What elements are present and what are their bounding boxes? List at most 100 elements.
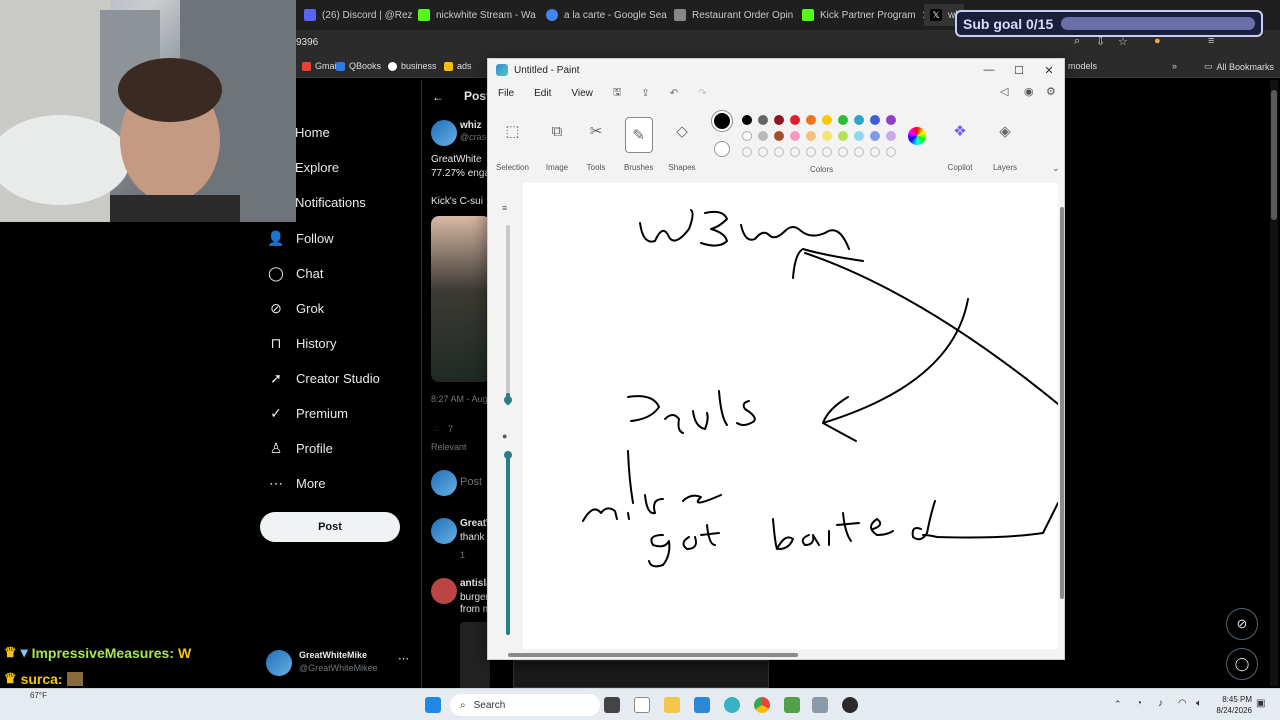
messages-fab-icon[interactable]: ◯: [1226, 648, 1258, 680]
bookmark-business[interactable]: business: [388, 61, 437, 71]
back-icon[interactable]: ←: [432, 90, 444, 104]
canvas-vertical-scrollbar[interactable]: [1060, 207, 1064, 599]
custom-color-slot[interactable]: [774, 147, 784, 157]
color-swatch[interactable]: [870, 131, 880, 141]
chevron-right-icon[interactable]: »: [1172, 61, 1177, 71]
post-button[interactable]: Post: [260, 512, 400, 542]
bookmark-ads[interactable]: ads: [444, 61, 472, 71]
author-name[interactable]: whiz: [460, 120, 482, 131]
settings-icon[interactable]: ⚙: [1046, 85, 1056, 98]
color-swatch[interactable]: [838, 115, 848, 125]
account-icon[interactable]: ◉: [1024, 85, 1034, 98]
image-tool[interactable]: ⧉ Image: [543, 117, 571, 173]
close-icon[interactable]: ✕: [1034, 61, 1064, 79]
color-swatch[interactable]: [854, 131, 864, 141]
color-picker-icon[interactable]: [908, 127, 926, 145]
paint-taskbar-icon[interactable]: [724, 697, 740, 713]
copilot-button[interactable]: ❖ Copilot: [946, 117, 974, 172]
notification-icon[interactable]: ▣: [1256, 698, 1265, 709]
nav-home[interactable]: Home: [295, 125, 330, 140]
custom-color-slot[interactable]: [806, 147, 816, 157]
color-swatch[interactable]: [774, 115, 784, 125]
nav-grok[interactable]: ⊘ Grok: [268, 300, 324, 316]
app-icon[interactable]: [784, 697, 800, 713]
slider-thumb[interactable]: [504, 396, 512, 404]
color-swatch[interactable]: [758, 131, 768, 141]
custom-color-slot[interactable]: [886, 147, 896, 157]
slider-thumb[interactable]: [504, 451, 512, 459]
color-swatch[interactable]: [806, 115, 816, 125]
custom-color-slot[interactable]: [870, 147, 880, 157]
layers-button[interactable]: ◈ Layers: [991, 117, 1019, 172]
taskbar-search[interactable]: ⌕ Search: [450, 694, 600, 716]
redo-icon[interactable]: ↷: [698, 88, 706, 99]
color-swatch[interactable]: [886, 131, 896, 141]
menu-file[interactable]: File: [498, 88, 514, 99]
calculator-icon[interactable]: [812, 697, 828, 713]
nav-premium[interactable]: ✓ Premium: [268, 405, 348, 421]
minimize-icon[interactable]: —: [974, 61, 1004, 79]
tab-kick-stream[interactable]: nickwhite Stream - Wa✕: [412, 4, 540, 26]
nav-profile[interactable]: ♙ Profile: [268, 440, 333, 456]
nav-more[interactable]: ⋯ More: [268, 475, 326, 491]
custom-color-slot[interactable]: [790, 147, 800, 157]
custom-color-slot[interactable]: [838, 147, 848, 157]
all-bookmarks[interactable]: ▭ All Bookmarks: [1204, 61, 1274, 72]
notepad-icon[interactable]: [634, 697, 650, 713]
color-swatch[interactable]: [774, 131, 784, 141]
custom-color-slot[interactable]: [742, 147, 752, 157]
nav-history[interactable]: ⊓ History: [268, 335, 337, 351]
tab-kick-partner[interactable]: Kick Partner Program✕: [796, 4, 924, 26]
reply-input[interactable]: Post: [460, 476, 482, 488]
color-swatch[interactable]: [854, 115, 864, 125]
post-media-thumbnail[interactable]: [431, 216, 491, 382]
menu-edit[interactable]: Edit: [534, 88, 551, 99]
brush-size-slider[interactable]: ≡: [500, 197, 516, 407]
custom-color-slot[interactable]: [758, 147, 768, 157]
color-swatch[interactable]: [790, 131, 800, 141]
color-swatch[interactable]: [806, 131, 816, 141]
task-view-icon[interactable]: [604, 697, 620, 713]
bookmark-models[interactable]: models: [1068, 61, 1097, 71]
microphone-icon[interactable]: ♪: [1158, 698, 1163, 709]
color-1-swatch[interactable]: [712, 111, 732, 131]
canvas-horizontal-scrollbar[interactable]: [508, 653, 798, 657]
chevron-down-icon[interactable]: ⌄: [1052, 163, 1060, 174]
tab-discord[interactable]: (26) Discord | @Rez✕: [298, 4, 414, 26]
nav-explore[interactable]: Explore: [295, 160, 339, 175]
tab-restaurant[interactable]: Restaurant Order Opin✕: [668, 4, 796, 26]
undo-icon[interactable]: ↶: [670, 88, 678, 99]
tools-tool[interactable]: ✂ Tools: [582, 117, 610, 172]
reply-icon[interactable]: ◌: [434, 423, 439, 433]
volume-icon[interactable]: 🔈︎: [1196, 698, 1202, 709]
color-swatch[interactable]: [758, 115, 768, 125]
color-swatch[interactable]: [870, 115, 880, 125]
app-icon[interactable]: [694, 697, 710, 713]
scrollbar-thumb[interactable]: [1271, 90, 1277, 220]
color-swatch[interactable]: [822, 131, 832, 141]
tab-google-search[interactable]: a la carte - Google Sea✕: [540, 4, 668, 26]
nav-chat[interactable]: ◯ Chat: [268, 265, 323, 281]
reply-avatar[interactable]: [431, 578, 457, 604]
custom-color-slot[interactable]: [822, 147, 832, 157]
color-swatch[interactable]: [742, 115, 752, 125]
author-avatar[interactable]: [431, 120, 457, 146]
start-icon[interactable]: [425, 697, 441, 713]
wifi-icon[interactable]: ◠: [1178, 698, 1187, 709]
nav-creator-studio[interactable]: ➚ Creator Studio: [268, 370, 380, 386]
color-swatch[interactable]: [742, 131, 752, 141]
opacity-slider[interactable]: ●: [500, 427, 516, 639]
file-explorer-icon[interactable]: [664, 697, 680, 713]
save-icon[interactable]: 🖫: [613, 85, 622, 102]
brushes-tool[interactable]: ✎ Brushes: [624, 117, 653, 172]
reply-avatar[interactable]: [431, 518, 457, 544]
bookmark-qbooks[interactable]: QBooks: [336, 61, 381, 71]
chevron-up-icon[interactable]: ⌃: [1114, 699, 1122, 710]
shapes-tool[interactable]: ◇ Shapes: [668, 117, 696, 172]
clock[interactable]: 8:45 PM 8/24/2026: [1216, 694, 1252, 716]
sort-dropdown[interactable]: Relevant: [431, 442, 467, 452]
page-scrollbar[interactable]: [1270, 80, 1278, 686]
color-swatch[interactable]: [790, 115, 800, 125]
feedback-icon[interactable]: ◁: [1000, 85, 1008, 98]
selection-tool[interactable]: ⬚ Selection: [496, 117, 529, 172]
